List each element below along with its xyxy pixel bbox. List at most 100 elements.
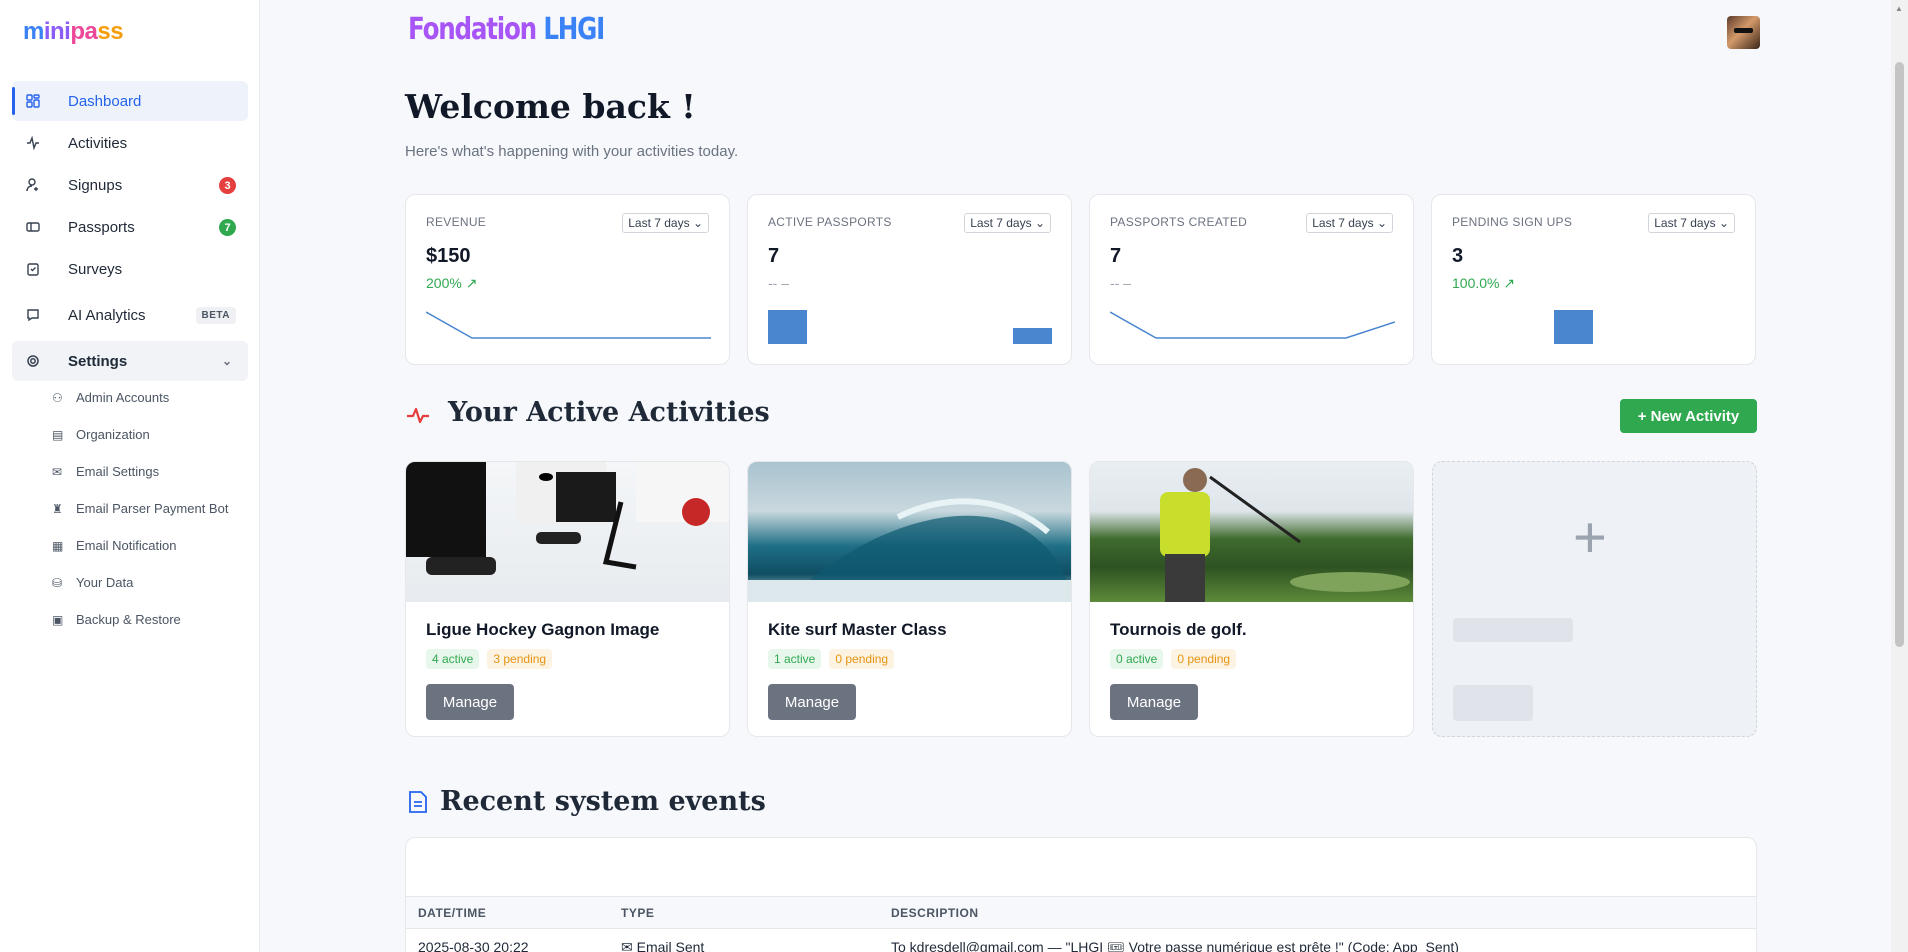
period-select[interactable]: Last 7 days ⌄: [1648, 213, 1735, 233]
nav-item-surveys[interactable]: Surveys: [12, 249, 248, 289]
activity-name: Ligue Hockey Gagnon Image: [426, 620, 660, 639]
pending-count-badge: 0 pending: [829, 649, 895, 669]
period-select-value: Last 7 days: [628, 216, 690, 230]
settings-label-admin-accounts: Admin Accounts: [76, 390, 170, 405]
scrollbar-thumb[interactable]: [1895, 62, 1904, 647]
new-activity-button[interactable]: + New Activity: [1620, 399, 1757, 433]
add-activity-placeholder[interactable]: +: [1432, 461, 1757, 737]
page-scrollbar[interactable]: ▲: [1891, 0, 1908, 952]
pending-count-badge: 3 pending: [487, 649, 553, 669]
manage-button[interactable]: Manage: [768, 684, 856, 720]
period-select-value: Last 7 days: [1654, 216, 1716, 230]
activity-card-kitesurf[interactable]: Kite surf Master Class 1 active 0 pendin…: [747, 461, 1072, 737]
trend-up-icon: ↗: [1503, 275, 1516, 291]
building-icon: ▤: [52, 428, 64, 442]
settings-item-email-notification[interactable]: ▦ Email Notification: [52, 537, 242, 555]
nav-item-ai-analytics[interactable]: AI Analytics BETA: [12, 295, 248, 335]
active-count-badge: 0 active: [1110, 649, 1164, 669]
gear-icon: [24, 352, 42, 370]
revenue-sparkline: [426, 311, 711, 339]
app-logo[interactable]: minipass: [23, 18, 124, 46]
plus-icon: +: [1573, 505, 1607, 570]
logo-text-4: ss: [97, 18, 124, 45]
stat-label: ACTIVE PASSPORTS: [768, 215, 892, 229]
manage-button[interactable]: Manage: [426, 684, 514, 720]
activity-tags: 1 active 0 pending: [768, 649, 895, 669]
logo-text-1: m: [23, 18, 44, 45]
active-passports-bars: [768, 310, 1052, 344]
stat-card-passports-created: PASSPORTS CREATED Last 7 days ⌄ 7 -- –: [1089, 194, 1414, 365]
nav-label-passports: Passports: [68, 218, 135, 236]
nav-item-passports[interactable]: Passports 7: [12, 207, 248, 247]
dashboard-icon: [24, 92, 42, 110]
stat-change: -- –: [1110, 275, 1131, 291]
settings-label-your-data: Your Data: [76, 575, 134, 590]
cell-description: To kdresdell@gmail.com — "LHGI 🎟 Votre p…: [891, 939, 1459, 952]
activity-name: Tournois de golf.: [1110, 620, 1247, 639]
activity-card-hockey[interactable]: Ligue Hockey Gagnon Image 4 active 3 pen…: [405, 461, 730, 737]
events-section-title: Recent system events: [440, 786, 766, 817]
activity-name: Kite surf Master Class: [768, 620, 947, 639]
stat-label: PENDING SIGN UPS: [1452, 215, 1573, 229]
pulse-icon: [24, 134, 42, 152]
ticket-icon: [24, 218, 42, 236]
stat-change: 200% ↗: [426, 275, 477, 292]
trend-up-icon: ↗: [465, 275, 478, 291]
activity-tags: 4 active 3 pending: [426, 649, 553, 669]
stat-change: 100.0% ↗: [1452, 275, 1515, 292]
scroll-up-icon[interactable]: ▲: [1895, 4, 1903, 13]
activities-section-title: Your Active Activities: [448, 397, 770, 428]
template-icon: ▦: [52, 539, 64, 553]
activity-image-kitesurf: [748, 462, 1071, 602]
settings-item-organization[interactable]: ▤ Organization: [52, 426, 242, 444]
nav-label-signups: Signups: [68, 176, 123, 194]
sidebar: minipass Dashboard Activities Signups 3: [0, 0, 260, 952]
database-icon: ⛁: [52, 576, 63, 590]
stat-change-value: 200%: [426, 275, 462, 291]
settings-item-email-parser[interactable]: ♜ Email Parser Payment Bot: [52, 500, 242, 518]
users-icon: ⚇: [52, 391, 63, 405]
robot-icon: ♜: [52, 502, 63, 516]
chevron-down-icon: ⌄: [1034, 216, 1045, 230]
period-select[interactable]: Last 7 days ⌄: [622, 213, 709, 233]
settings-item-backup-restore[interactable]: ▣ Backup & Restore: [52, 611, 242, 629]
logo-text-2: ini: [43, 18, 71, 45]
nav-item-dashboard[interactable]: Dashboard: [12, 81, 248, 121]
avatar[interactable]: [1727, 16, 1760, 49]
table-header: DATE/TIME TYPE DESCRIPTION: [406, 896, 1756, 929]
passports-count-badge: 7: [219, 219, 236, 236]
clipboard-icon: [24, 260, 42, 278]
chevron-down-icon: ⌄: [692, 216, 703, 230]
beta-badge: BETA: [195, 307, 236, 324]
nav-item-activities[interactable]: Activities: [12, 123, 248, 163]
settings-item-your-data[interactable]: ⛁ Your Data: [52, 574, 242, 592]
settings-item-admin-accounts[interactable]: ⚇ Admin Accounts: [52, 389, 242, 407]
nav-item-signups[interactable]: Signups 3: [12, 165, 248, 205]
stat-change-value: 100.0%: [1452, 275, 1500, 291]
nav-label-surveys: Surveys: [68, 260, 123, 278]
settings-label-email-notification: Email Notification: [76, 538, 177, 553]
column-header-type: TYPE: [621, 906, 655, 920]
table-row[interactable]: 2025-08-30 20:22 ✉ Email Sent To kdresde…: [406, 930, 1756, 952]
chevron-down-icon: ⌄: [221, 354, 232, 368]
activity-card-golf[interactable]: Tournois de golf. 0 active 0 pending Man…: [1089, 461, 1414, 737]
nav-item-settings[interactable]: Settings ⌄: [12, 341, 248, 381]
pending-count-badge: 0 pending: [1171, 649, 1237, 669]
events-table: DATE/TIME TYPE DESCRIPTION 2025-08-30 20…: [405, 837, 1757, 952]
settings-label-email-settings: Email Settings: [76, 464, 160, 479]
settings-label-email-parser: Email Parser Payment Bot: [76, 501, 229, 516]
skeleton-button: [1453, 685, 1533, 721]
column-header-datetime: DATE/TIME: [418, 906, 487, 920]
org-name-part1: Fondation: [408, 12, 537, 47]
chat-icon: [24, 306, 42, 324]
manage-button[interactable]: Manage: [1110, 684, 1198, 720]
org-name-part2: LHGI: [543, 12, 605, 47]
period-select[interactable]: Last 7 days ⌄: [964, 213, 1051, 233]
activity-image-hockey: [406, 462, 729, 602]
logo-text-3: pa: [70, 18, 98, 45]
stat-change: -- –: [768, 275, 789, 291]
period-select[interactable]: Last 7 days ⌄: [1306, 213, 1393, 233]
user-plus-icon: [24, 176, 42, 194]
settings-item-email-settings[interactable]: ✉ Email Settings: [52, 463, 242, 481]
signups-count-badge: 3: [219, 177, 236, 194]
